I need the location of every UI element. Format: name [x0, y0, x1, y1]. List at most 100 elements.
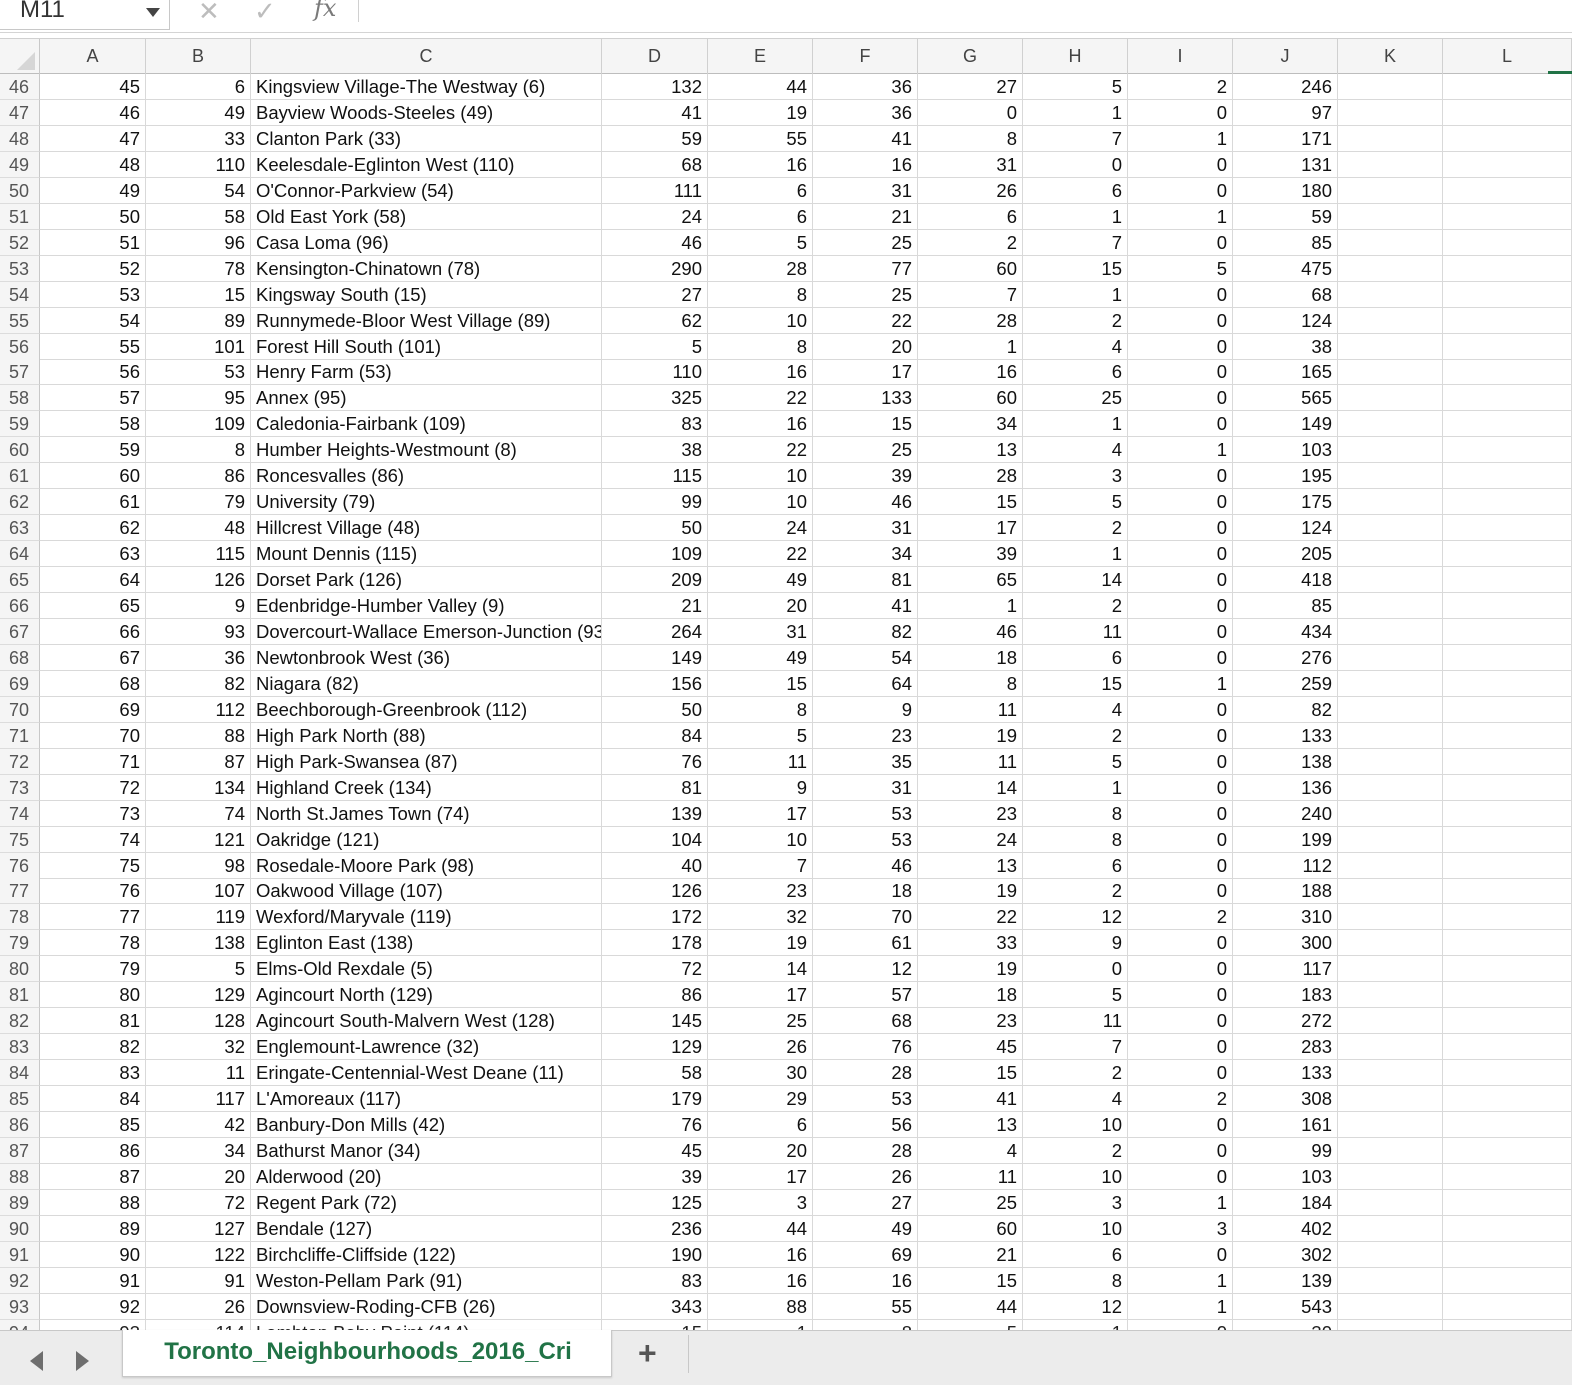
cell-l[interactable]	[1443, 618, 1572, 645]
cell-c[interactable]: Keelesdale-Eglinton West (110)	[251, 151, 602, 178]
cell-g[interactable]: 24	[918, 826, 1023, 853]
cell-e[interactable]: 17	[708, 1163, 813, 1190]
cell-k[interactable]	[1338, 1060, 1443, 1087]
cell-i[interactable]: 0	[1128, 1060, 1233, 1087]
row-header[interactable]: 88	[0, 1163, 40, 1190]
cell-i[interactable]: 0	[1128, 1034, 1233, 1061]
cell-e[interactable]: 49	[708, 644, 813, 671]
cell-g[interactable]: 16	[918, 359, 1023, 386]
cell-d[interactable]: 84	[602, 722, 708, 749]
cell-j[interactable]: 38	[1233, 333, 1338, 360]
cell-f[interactable]: 12	[813, 956, 918, 983]
cell-i[interactable]: 1	[1128, 203, 1233, 230]
cell-g[interactable]: 46	[918, 618, 1023, 645]
cell-b[interactable]: 121	[146, 826, 251, 853]
cell-g[interactable]: 11	[918, 748, 1023, 775]
cell-j[interactable]: 139	[1233, 1267, 1338, 1294]
cell-j[interactable]: 418	[1233, 567, 1338, 594]
cell-h[interactable]: 2	[1023, 878, 1128, 905]
row-header[interactable]: 74	[0, 800, 40, 827]
cell-f[interactable]: 18	[813, 878, 918, 905]
cell-g[interactable]: 60	[918, 1215, 1023, 1242]
cell-h[interactable]: 1	[1023, 774, 1128, 801]
cell-l[interactable]	[1443, 229, 1572, 256]
cell-l[interactable]	[1443, 541, 1572, 568]
cell-d[interactable]: 39	[602, 1163, 708, 1190]
cell-b[interactable]: 127	[146, 1215, 251, 1242]
cell-a[interactable]: 49	[40, 177, 146, 204]
column-header-a[interactable]: A	[40, 39, 146, 74]
cell-h[interactable]: 5	[1023, 748, 1128, 775]
cell-c[interactable]: Englemount-Lawrence (32)	[251, 1034, 602, 1061]
cell-b[interactable]: 98	[146, 852, 251, 879]
cell-e[interactable]: 8	[708, 696, 813, 723]
cell-d[interactable]: 172	[602, 904, 708, 931]
cell-c[interactable]: Annex (95)	[251, 385, 602, 412]
cell-e[interactable]: 20	[708, 593, 813, 619]
row-header[interactable]: 82	[0, 1008, 40, 1035]
cell-j[interactable]: 68	[1233, 281, 1338, 308]
cell-f[interactable]: 28	[813, 1060, 918, 1087]
cell-a[interactable]: 76	[40, 878, 146, 905]
cell-l[interactable]	[1443, 722, 1572, 749]
cell-b[interactable]: 115	[146, 541, 251, 568]
cell-a[interactable]: 59	[40, 437, 146, 464]
cell-f[interactable]: 49	[813, 1215, 918, 1242]
cell-k[interactable]	[1338, 74, 1443, 100]
cell-i[interactable]: 3	[1128, 1215, 1233, 1242]
cell-h[interactable]: 1	[1023, 281, 1128, 308]
cell-l[interactable]	[1443, 696, 1572, 723]
cell-g[interactable]: 8	[918, 125, 1023, 152]
cell-e[interactable]: 16	[708, 411, 813, 438]
cell-l[interactable]	[1443, 1034, 1572, 1061]
cell-g[interactable]: 19	[918, 878, 1023, 905]
column-header-j[interactable]: J	[1233, 39, 1338, 74]
cell-k[interactable]	[1338, 1112, 1443, 1138]
cell-l[interactable]	[1443, 800, 1572, 827]
cell-f[interactable]: 25	[813, 229, 918, 256]
cell-b[interactable]: 107	[146, 878, 251, 905]
cell-a[interactable]: 66	[40, 618, 146, 645]
row-header[interactable]: 90	[0, 1215, 40, 1242]
cell-f[interactable]: 25	[813, 437, 918, 464]
cell-d[interactable]: 145	[602, 1008, 708, 1035]
cell-d[interactable]: 156	[602, 670, 708, 697]
cell-e[interactable]: 49	[708, 567, 813, 594]
cell-l[interactable]	[1443, 1241, 1572, 1268]
cell-i[interactable]: 0	[1128, 1137, 1233, 1164]
row-header[interactable]: 53	[0, 255, 40, 282]
cell-k[interactable]	[1338, 359, 1443, 386]
cell-i[interactable]: 0	[1128, 852, 1233, 879]
cell-g[interactable]: 60	[918, 255, 1023, 282]
cell-h[interactable]: 8	[1023, 1267, 1128, 1294]
cell-i[interactable]: 0	[1128, 151, 1233, 178]
cell-b[interactable]: 9	[146, 593, 251, 619]
cell-c[interactable]: Bayview Woods-Steeles (49)	[251, 99, 602, 126]
cell-d[interactable]: 76	[602, 1112, 708, 1138]
cell-j[interactable]: 165	[1233, 359, 1338, 386]
row-header[interactable]: 63	[0, 515, 40, 542]
row-header[interactable]: 58	[0, 385, 40, 412]
cell-g[interactable]: 60	[918, 385, 1023, 412]
cell-c[interactable]: High Park-Swansea (87)	[251, 748, 602, 775]
cell-g[interactable]: 23	[918, 800, 1023, 827]
cell-a[interactable]: 80	[40, 982, 146, 1009]
cell-k[interactable]	[1338, 307, 1443, 334]
row-header[interactable]: 51	[0, 203, 40, 230]
row-header[interactable]: 69	[0, 670, 40, 697]
cell-b[interactable]: 112	[146, 696, 251, 723]
cell-k[interactable]	[1338, 437, 1443, 464]
cell-e[interactable]: 88	[708, 1293, 813, 1320]
cell-h[interactable]: 9	[1023, 930, 1128, 957]
cell-b[interactable]: 86	[146, 463, 251, 490]
cell-h[interactable]: 7	[1023, 1034, 1128, 1061]
cell-k[interactable]	[1338, 956, 1443, 983]
cell-e[interactable]: 9	[708, 774, 813, 801]
cell-k[interactable]	[1338, 826, 1443, 853]
cell-l[interactable]	[1443, 151, 1572, 178]
cell-l[interactable]	[1443, 1293, 1572, 1320]
cell-k[interactable]	[1338, 567, 1443, 594]
cell-b[interactable]: 11	[146, 1060, 251, 1087]
cell-d[interactable]: 236	[602, 1215, 708, 1242]
cell-k[interactable]	[1338, 800, 1443, 827]
